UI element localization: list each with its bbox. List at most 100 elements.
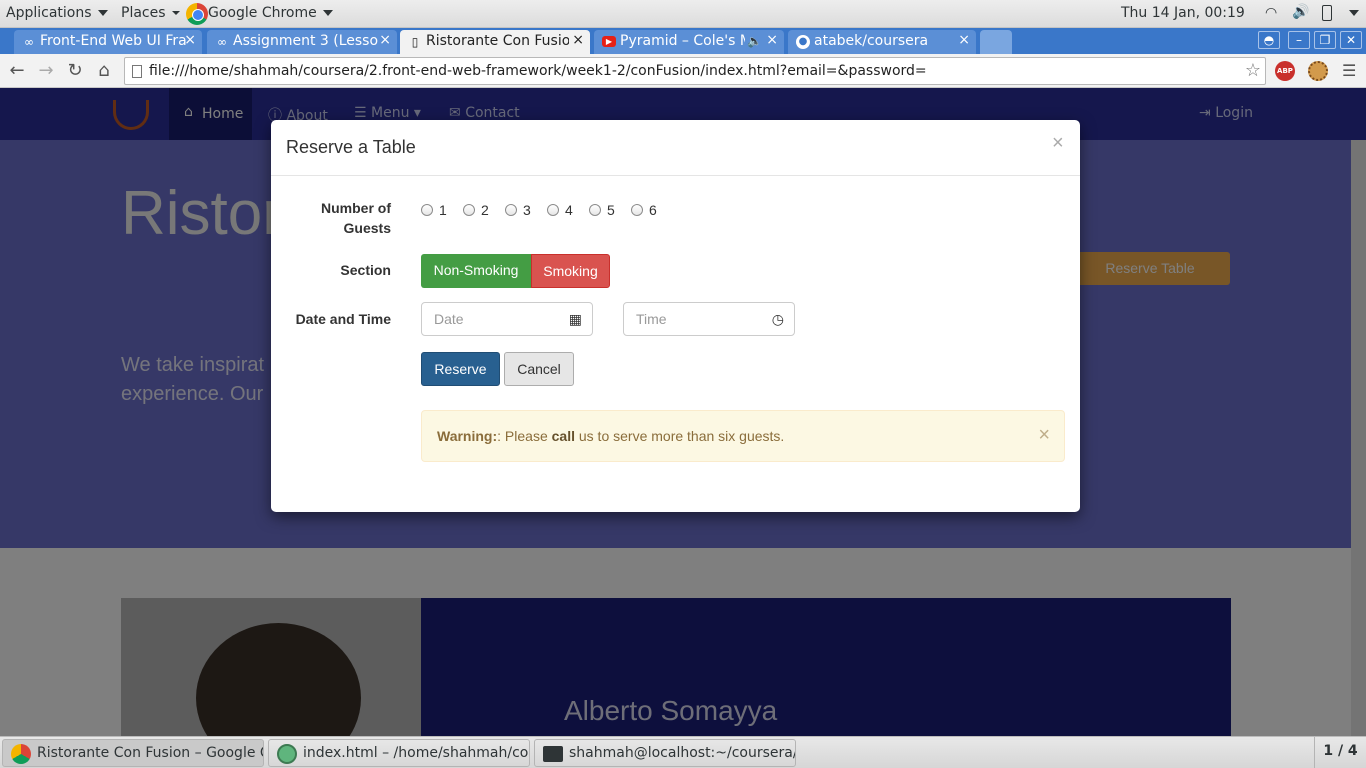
- radio-circle[interactable]: [505, 204, 517, 216]
- close-icon[interactable]: ×: [958, 32, 970, 48]
- taskbar-item-atom[interactable]: index.html – /home/shahmah/cours...: [268, 739, 530, 767]
- guests-radio-4[interactable]: 4: [547, 202, 573, 218]
- browser-toolbar: ← → ↻ ⌂ file:///home/shahmah/coursera/2.…: [0, 54, 1366, 88]
- guests-radio-2[interactable]: 2: [463, 202, 489, 218]
- address-bar[interactable]: file:///home/shahmah/coursera/2.front-en…: [124, 57, 1266, 85]
- taskbar-item-terminal[interactable]: shahmah@localhost:~/coursera/2....: [534, 739, 796, 767]
- tab-label: atabek/coursera: [814, 33, 929, 49]
- workspace-switcher[interactable]: 1 / 4: [1314, 737, 1366, 768]
- guests-radio-1[interactable]: 1: [421, 202, 447, 218]
- taskbar-item-label: shahmah@localhost:~/coursera/2....: [569, 745, 796, 761]
- modal-header: Reserve a Table ×: [271, 120, 1080, 176]
- wifi-icon[interactable]: ◠: [1265, 5, 1277, 21]
- maximize-icon[interactable]: ❐: [1314, 31, 1336, 49]
- radio-label: 1: [439, 202, 447, 218]
- radio-circle[interactable]: [421, 204, 433, 216]
- tab-front-end-web-ui[interactable]: ∞ Front-End Web UI Fra ×: [14, 30, 202, 54]
- smoking-button[interactable]: Smoking: [531, 254, 610, 288]
- date-input[interactable]: Date ▦: [421, 302, 593, 336]
- taskbar: Ristorante Con Fusion – Google C... inde…: [0, 736, 1366, 768]
- taskbar-item-chrome[interactable]: Ristorante Con Fusion – Google C...: [2, 739, 264, 767]
- alert-call-text: call: [551, 428, 575, 444]
- back-arrow-icon[interactable]: ←: [6, 60, 28, 82]
- radio-circle[interactable]: [589, 204, 601, 216]
- time-input[interactable]: Time ◷: [623, 302, 795, 336]
- alert-text: : Please: [497, 428, 552, 444]
- url-text: file:///home/shahmah/coursera/2.front-en…: [149, 63, 927, 79]
- places-menu-label: Places: [121, 5, 166, 21]
- forward-arrow-icon[interactable]: →: [35, 60, 57, 82]
- places-menu[interactable]: Places: [121, 5, 180, 21]
- tab-ristorante-con-fusion[interactable]: ▯ Ristorante Con Fusion ×: [400, 30, 590, 54]
- applications-menu-label: Applications: [6, 5, 92, 21]
- close-icon[interactable]: ×: [379, 32, 391, 48]
- tab-assignment-3[interactable]: ∞ Assignment 3 (Lesso ×: [207, 30, 397, 54]
- chevron-down-icon: [322, 10, 333, 16]
- page-icon: ▯: [411, 35, 419, 49]
- active-app-label: Google Chrome: [208, 5, 317, 21]
- tab-label: Front-End Web UI Fra: [40, 33, 187, 49]
- terminal-icon: [543, 746, 563, 762]
- volume-icon[interactable]: 🔊: [1292, 4, 1309, 20]
- new-tab-button[interactable]: [980, 30, 1012, 54]
- cookie-icon[interactable]: [1308, 61, 1328, 81]
- radio-circle[interactable]: [463, 204, 475, 216]
- minimize-icon[interactable]: –: [1288, 31, 1310, 49]
- close-icon[interactable]: ×: [1052, 132, 1064, 155]
- tab-label: Pyramid – Cole's M: [620, 33, 752, 49]
- date-placeholder: Date: [434, 311, 464, 327]
- system-top-bar: Applications Places Google Chrome Thu 14…: [0, 0, 1366, 28]
- taskbar-item-label: Ristorante Con Fusion – Google C...: [37, 745, 264, 761]
- close-window-icon[interactable]: ✕: [1340, 31, 1362, 49]
- radio-label: 6: [649, 202, 657, 218]
- time-placeholder: Time: [636, 311, 667, 327]
- home-icon[interactable]: ⌂: [93, 60, 115, 82]
- cancel-button[interactable]: Cancel: [504, 352, 574, 386]
- close-icon[interactable]: ×: [1038, 424, 1050, 447]
- tab-pyramid-youtube[interactable]: ▶ Pyramid – Cole's M 🔈 ×: [594, 30, 784, 54]
- tab-label: Ristorante Con Fusion: [426, 33, 580, 49]
- alert-strong-text: Warning:: [437, 428, 498, 444]
- radio-label: 4: [565, 202, 573, 218]
- active-app-menu[interactable]: Google Chrome: [208, 5, 333, 21]
- power-menu[interactable]: [1349, 5, 1359, 21]
- reload-icon[interactable]: ↻: [64, 60, 86, 82]
- guests-radio-6[interactable]: 6: [631, 202, 657, 218]
- tab-atabek-coursera[interactable]: ● atabek/coursera ×: [788, 30, 976, 54]
- taskbar-item-label: index.html – /home/shahmah/cours...: [303, 745, 529, 761]
- hamburger-menu-icon[interactable]: ☰: [1342, 61, 1356, 80]
- non-smoking-button[interactable]: Non-Smoking: [421, 254, 531, 288]
- chevron-down-icon: [171, 11, 180, 15]
- clock-icon: ◷: [771, 311, 784, 327]
- radio-circle[interactable]: [547, 204, 559, 216]
- close-icon[interactable]: ×: [569, 32, 584, 48]
- adblock-plus-icon[interactable]: ABP: [1275, 61, 1295, 81]
- bookmark-star-icon[interactable]: ☆: [1244, 60, 1261, 81]
- guests-radio-5[interactable]: 5: [589, 202, 615, 218]
- calendar-icon: ▦: [568, 311, 582, 327]
- applications-menu[interactable]: Applications: [6, 5, 108, 21]
- radio-label: 3: [523, 202, 531, 218]
- reserve-button[interactable]: Reserve: [421, 352, 500, 386]
- close-icon[interactable]: ×: [184, 32, 196, 48]
- alert-text-end: us to serve more than six guests.: [574, 428, 785, 444]
- chevron-down-icon: [1349, 10, 1359, 16]
- guests-label-line-1: Number of: [321, 200, 391, 216]
- guests-label-line-2: Guests: [343, 220, 391, 236]
- clock[interactable]: Thu 14 Jan, 00:19: [1121, 5, 1245, 21]
- youtube-icon: ▶: [602, 36, 616, 47]
- radio-label: 5: [607, 202, 615, 218]
- battery-icon[interactable]: [1322, 5, 1332, 21]
- radio-circle[interactable]: [631, 204, 643, 216]
- web-page: ⌂ Home ⓘ About ☰ Menu ▾ ✉ Contact ⇥ Logi…: [0, 88, 1366, 736]
- chevron-down-icon: [97, 10, 108, 16]
- close-icon[interactable]: ×: [766, 32, 778, 48]
- modal-title: Reserve a Table: [286, 137, 416, 157]
- audio-playing-icon: 🔈: [745, 34, 762, 48]
- guests-radio-3[interactable]: 3: [505, 202, 531, 218]
- user-profile-icon[interactable]: ◓: [1258, 31, 1280, 49]
- chrome-logo-icon: [186, 3, 208, 25]
- github-icon: ●: [796, 35, 810, 49]
- page-icon: [132, 65, 142, 78]
- radio-label: 2: [481, 202, 489, 218]
